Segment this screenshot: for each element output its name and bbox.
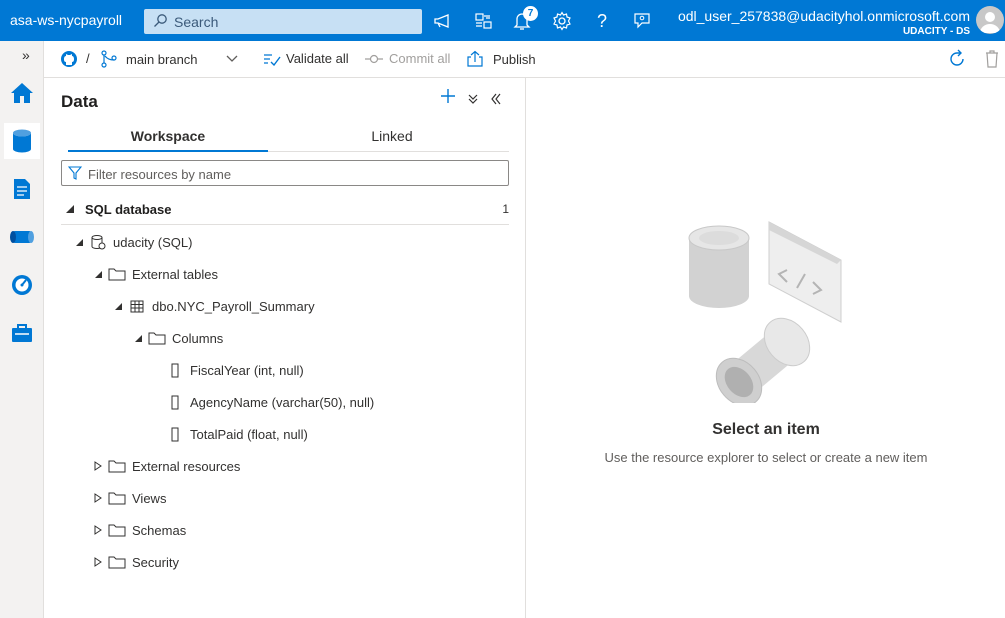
collapsed-triangle-icon <box>90 557 106 567</box>
directory-icon[interactable] <box>472 10 494 32</box>
top-bar: asa-ws-nycpayroll Search 7 ? odl_user_25… <box>0 0 1005 41</box>
search-icon <box>154 14 167 27</box>
double-chevron-left-icon <box>491 93 501 105</box>
tree-node-column[interactable]: FiscalYear (int, null) <box>164 359 304 381</box>
search-box[interactable]: Search <box>144 9 422 34</box>
folder-icon <box>108 490 126 506</box>
data-pane: Data Workspace Linked Filter resources b… <box>44 78 526 618</box>
filter-icon <box>68 166 82 180</box>
collapsed-triangle-icon <box>90 525 106 535</box>
tree-node-column[interactable]: AgencyName (varchar(50), null) <box>164 391 374 413</box>
publish-icon <box>467 50 483 67</box>
tree-node-external-tables[interactable]: External tables <box>90 263 218 285</box>
tab-linked[interactable]: Linked <box>292 128 492 144</box>
folder-icon <box>148 330 166 346</box>
feedback-icon[interactable] <box>631 10 653 32</box>
commit-icon <box>365 54 383 63</box>
empty-state: Select an item Use the resource explorer… <box>527 78 1005 618</box>
data-icon[interactable] <box>4 123 40 159</box>
monitor-icon[interactable] <box>4 267 40 303</box>
collapsed-triangle-icon <box>90 461 106 471</box>
workspace-name[interactable]: asa-ws-nycpayroll <box>10 12 122 28</box>
pane-tabs: Workspace Linked <box>68 124 509 152</box>
user-info[interactable]: odl_user_257838@udacityhol.onmicrosoft.c… <box>678 8 970 37</box>
folder-icon <box>108 266 126 282</box>
section-count: 1 <box>502 202 509 216</box>
tree-node-columns[interactable]: Columns <box>130 327 223 349</box>
sql-database-icon <box>89 234 107 250</box>
commit-all-button[interactable]: Commit all <box>365 51 450 66</box>
tree-node-database[interactable]: udacity (SQL) <box>71 231 192 253</box>
gear-icon[interactable] <box>551 10 573 32</box>
user-email: odl_user_257838@udacityhol.onmicrosoft.c… <box>677 8 970 24</box>
active-tab-indicator <box>68 150 268 152</box>
section-name: SQL database <box>85 202 172 217</box>
expand-rail-button[interactable]: » <box>22 47 30 63</box>
integrate-icon[interactable] <box>4 219 40 255</box>
branch-selector[interactable]: main branch <box>100 49 238 69</box>
expanded-triangle-icon <box>130 334 146 343</box>
plus-icon <box>441 89 455 103</box>
left-rail: » <box>0 41 44 618</box>
table-icon <box>128 298 146 314</box>
empty-state-heading: Select an item <box>712 421 820 438</box>
search-input[interactable]: Search <box>174 14 218 30</box>
filter-input[interactable]: Filter resources by name <box>61 160 509 186</box>
expanded-triangle-icon <box>71 238 87 247</box>
add-resource-button[interactable] <box>440 88 456 109</box>
resource-illustration-icon <box>688 221 842 403</box>
tree-node-views[interactable]: Views <box>90 487 166 509</box>
double-chevron-down-icon <box>468 94 478 104</box>
refresh-icon[interactable] <box>947 49 967 69</box>
column-icon <box>166 426 184 442</box>
develop-icon[interactable] <box>4 171 40 207</box>
folder-icon <box>108 458 126 474</box>
avatar[interactable] <box>976 6 1004 34</box>
command-bar: / main branch Validate all Commit all Pu… <box>44 41 1005 78</box>
tree-node-column[interactable]: TotalPaid (float, null) <box>164 423 308 445</box>
publish-button[interactable]: Publish <box>466 50 536 68</box>
sql-database-section[interactable]: SQL database 1 <box>61 198 509 225</box>
tree-node-table[interactable]: dbo.NYC_Payroll_Summary <box>110 295 315 317</box>
tree-node-external-resources[interactable]: External resources <box>90 455 240 477</box>
branch-icon <box>101 50 117 68</box>
expanded-triangle-icon <box>110 302 126 311</box>
validate-icon <box>264 53 281 66</box>
folder-icon <box>108 554 126 570</box>
tab-workspace[interactable]: Workspace <box>68 128 268 144</box>
notification-badge: 7 <box>523 6 538 21</box>
branch-separator: / <box>86 51 90 66</box>
help-icon[interactable]: ? <box>591 10 613 32</box>
manage-icon[interactable] <box>4 315 40 351</box>
column-icon <box>166 362 184 378</box>
empty-state-description: Use the resource explorer to select or c… <box>604 450 928 465</box>
discard-icon[interactable] <box>984 49 1000 69</box>
collapse-pane-button[interactable] <box>490 92 502 110</box>
github-icon[interactable] <box>60 50 78 68</box>
branch-label: main branch <box>126 51 198 67</box>
filter-placeholder: Filter resources by name <box>88 167 232 182</box>
tree-node-security[interactable]: Security <box>90 551 179 573</box>
expanded-triangle-icon <box>66 205 74 213</box>
validate-all-button[interactable]: Validate all <box>263 51 349 66</box>
megaphone-icon[interactable] <box>432 10 454 32</box>
chevron-down-icon <box>226 55 238 62</box>
pane-title: Data <box>61 92 98 111</box>
folder-icon <box>108 522 126 538</box>
collapse-all-button[interactable] <box>468 92 478 110</box>
home-icon[interactable] <box>4 75 40 111</box>
expanded-triangle-icon <box>90 270 106 279</box>
user-tenant: UDACITY - DS <box>902 26 970 37</box>
collapsed-triangle-icon <box>90 493 106 503</box>
tree-node-schemas[interactable]: Schemas <box>90 519 186 541</box>
column-icon <box>166 394 184 410</box>
